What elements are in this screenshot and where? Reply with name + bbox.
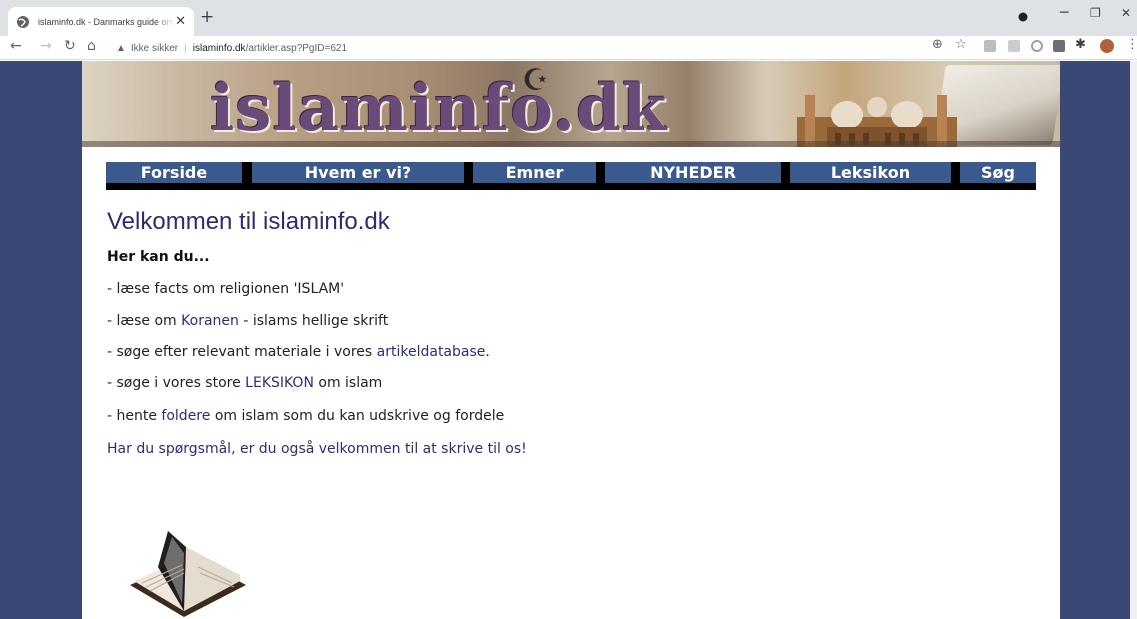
extension-icon[interactable] xyxy=(984,40,996,52)
page-title: Velkommen til islaminfo.dk xyxy=(107,208,390,235)
list-item: - hente foldere om islam som du kan udsk… xyxy=(107,408,504,424)
line-text: - søge efter relevant materiale i vores xyxy=(107,344,377,360)
line-text: . xyxy=(485,344,490,360)
mosque-image xyxy=(797,95,957,147)
line-text: om islam xyxy=(313,375,383,391)
list-item: - søge i vores store LEKSIKON om islam xyxy=(107,375,382,391)
scrollbar[interactable] xyxy=(1130,61,1137,619)
globe-icon xyxy=(16,15,30,29)
warning-icon: ▲ xyxy=(116,43,126,54)
security-label: Ikke sikker xyxy=(130,43,179,54)
url-separator: | xyxy=(184,43,187,54)
tab-title: islaminfo.dk - Danmarks guide om Islam xyxy=(38,16,175,27)
close-tab-icon[interactable]: ✕ xyxy=(175,15,186,28)
leksikon-link[interactable]: LEKSIKON xyxy=(245,375,314,391)
minimize-icon[interactable]: ─ xyxy=(1060,6,1068,20)
extension-icon[interactable] xyxy=(1031,40,1043,52)
restore-icon[interactable]: ❐ xyxy=(1090,7,1101,19)
menu-dots-icon[interactable]: ⋮ xyxy=(1126,38,1137,51)
nav-hvem-er-vi[interactable]: Hvem er vi? xyxy=(252,162,464,183)
banner-shadow xyxy=(82,141,1060,147)
header-banner[interactable]: ☪ islaminfo.dk xyxy=(82,61,1060,147)
reload-icon[interactable]: ↻ xyxy=(64,39,76,53)
main-navigation: Forside Hvem er vi? Emner NYHEDER Leksik… xyxy=(106,162,1036,190)
bookmark-star-icon[interactable]: ☆ xyxy=(955,38,967,51)
site-logo[interactable]: islaminfo.dk xyxy=(210,77,667,141)
list-item: - læse om Koranen - islams hellige skrif… xyxy=(107,313,388,329)
url-path: /artikler.asp?PgID=621 xyxy=(245,43,348,54)
extension-icon[interactable] xyxy=(1008,40,1020,52)
artikeldatabase-link[interactable]: artikeldatabase xyxy=(377,344,486,360)
back-icon[interactable]: ← xyxy=(10,39,22,53)
address-bar[interactable]: ▲ Ikke sikker | islaminfo.dk /artikler.a… xyxy=(116,39,347,58)
nav-sog[interactable]: Søg xyxy=(960,162,1036,183)
foldere-link[interactable]: foldere xyxy=(161,408,210,424)
page-viewport: ☪ islaminfo.dk Forside Hvem er vi? Emner… xyxy=(0,61,1137,619)
koranen-link[interactable]: Koranen xyxy=(181,313,239,329)
list-item: - søge efter relevant materiale i vores … xyxy=(107,344,490,360)
puzzle-icon[interactable]: ✱ xyxy=(1075,38,1086,51)
home-icon[interactable]: ⌂ xyxy=(87,39,96,53)
contact-link[interactable]: Har du spørgsmål, er du også velkommen t… xyxy=(107,441,527,457)
right-background xyxy=(1060,61,1130,619)
new-tab-button[interactable]: + xyxy=(200,9,214,26)
open-book-image xyxy=(130,531,246,617)
forward-icon[interactable]: → xyxy=(40,39,52,53)
line-text: - søge i vores store xyxy=(107,375,246,391)
page-container: ☪ islaminfo.dk Forside Hvem er vi? Emner… xyxy=(82,61,1060,619)
intro-heading: Her kan du... xyxy=(107,249,210,265)
avatar[interactable] xyxy=(1100,39,1114,53)
nav-leksikon[interactable]: Leksikon xyxy=(790,162,951,183)
nav-nyheder[interactable]: NYHEDER xyxy=(605,162,781,183)
tab-strip: islaminfo.dk - Danmarks guide om Islam ✕… xyxy=(0,0,1137,36)
close-window-icon[interactable]: ✕ xyxy=(1121,7,1131,19)
url-host: islaminfo.dk xyxy=(192,43,246,54)
zoom-icon[interactable]: ⊕ xyxy=(932,38,943,51)
list-item: - læse facts om religionen 'ISLAM' xyxy=(107,281,344,297)
line-text: om islam som du kan udskrive og fordele xyxy=(210,408,505,424)
line-text: - læse facts om religionen 'ISLAM' xyxy=(107,281,345,297)
nav-emner[interactable]: Emner xyxy=(473,162,596,183)
line-text: - læse om xyxy=(107,313,182,329)
profile-dot-icon[interactable] xyxy=(1018,9,1028,25)
line-text: - hente xyxy=(107,408,162,424)
nav-forside[interactable]: Forside xyxy=(106,162,242,183)
extension-icon[interactable] xyxy=(1053,40,1065,52)
browser-tab[interactable]: islaminfo.dk - Danmarks guide om Islam ✕ xyxy=(8,7,194,36)
left-background xyxy=(0,61,82,619)
line-text: - islams hellige skrift xyxy=(238,313,389,329)
